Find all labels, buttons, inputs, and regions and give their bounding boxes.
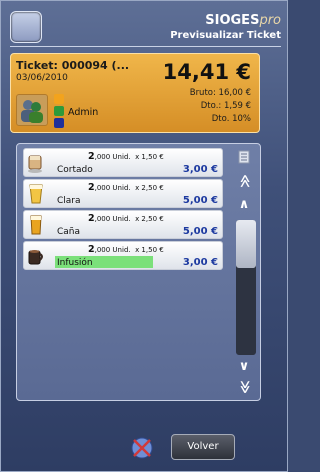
item-unit-price: x 1,50 € xyxy=(135,153,164,161)
item-qty-number: 2 xyxy=(88,182,95,193)
item-quantity: 2,000 Unid. x 2,50 € xyxy=(88,182,164,193)
item-price: 3,00 € xyxy=(182,164,218,175)
blue-swatch xyxy=(54,118,64,128)
item-name: Caña xyxy=(57,227,81,237)
brand-logo: SIOGESpro xyxy=(205,13,281,28)
ticket-lines-list: 2,000 Unid. x 1,50 € Cortado 3,00 € 2,00… xyxy=(16,143,261,401)
window-frame: SIOGESpro Previsualizar Ticket Ticket: 0… xyxy=(0,0,288,472)
scroll-up-button[interactable]: ∧ xyxy=(234,196,254,214)
scrollbar-thumb[interactable] xyxy=(236,220,256,268)
users-avatar-icon xyxy=(16,94,48,126)
ticket-bruto: Bruto: 16,00 € xyxy=(189,88,251,98)
user-name: Admin xyxy=(68,107,99,118)
list-item[interactable]: 2,000 Unid. x 1,50 € Infusión 3,00 € xyxy=(23,241,223,270)
scroll-bottom-button[interactable]: ≫ xyxy=(235,377,253,397)
ticket-discount-percent: Dto. 10% xyxy=(211,114,251,124)
header-divider xyxy=(10,46,281,47)
item-quantity: 2,000 Unid. x 1,50 € xyxy=(88,151,164,162)
ticket-discount: Dto.: 1,59 € xyxy=(200,101,251,111)
header: SIOGESpro Previsualizar Ticket xyxy=(1,1,289,49)
ticket-total: 14,41 € xyxy=(162,60,251,84)
coffee-cup-icon xyxy=(27,152,45,174)
tea-mug-icon xyxy=(27,245,45,267)
ticket-number: Ticket: 000094 (... xyxy=(16,59,130,72)
page-title: Previsualizar Ticket xyxy=(170,30,281,41)
item-qty-number: 2 xyxy=(88,244,95,255)
item-unit-price: x 1,50 € xyxy=(135,246,164,254)
brand-suffix: pro xyxy=(259,13,281,28)
beer-glass-icon xyxy=(27,183,45,205)
cancel-print-icon[interactable] xyxy=(129,435,155,461)
volver-button[interactable]: Volver xyxy=(171,434,235,460)
list-icon[interactable] xyxy=(234,148,254,166)
ticket-summary: Ticket: 000094 (... 03/06/2010 14,41 € B… xyxy=(10,53,260,133)
menu-button[interactable] xyxy=(10,11,42,43)
item-qty-number: 2 xyxy=(88,213,95,224)
beer-glass-icon xyxy=(27,214,45,236)
brand-name: SIOGES xyxy=(205,13,260,28)
list-item[interactable]: 2,000 Unid. x 2,50 € Caña 5,00 € xyxy=(23,210,223,239)
orange-swatch xyxy=(54,94,64,104)
item-qty-unit: ,000 Unid. xyxy=(94,246,131,254)
item-name: Cortado xyxy=(57,165,93,175)
item-qty-number: 2 xyxy=(88,151,95,162)
list-item[interactable]: 2,000 Unid. x 2,50 € Clara 5,00 € xyxy=(23,179,223,208)
item-name: Clara xyxy=(57,196,81,206)
scroll-down-button[interactable]: ∨ xyxy=(234,358,254,376)
scroll-top-button[interactable]: ≪ xyxy=(235,171,253,191)
item-quantity: 2,000 Unid. x 1,50 € xyxy=(88,244,164,255)
item-qty-unit: ,000 Unid. xyxy=(94,215,131,223)
green-swatch xyxy=(54,106,64,116)
item-qty-unit: ,000 Unid. xyxy=(94,184,131,192)
item-qty-unit: ,000 Unid. xyxy=(94,153,131,161)
item-name: Infusión xyxy=(57,258,93,268)
item-price: 5,00 € xyxy=(182,226,218,237)
ticket-date: 03/06/2010 xyxy=(16,73,68,83)
item-quantity: 2,000 Unid. x 2,50 € xyxy=(88,213,164,224)
scroll-controls: ≪ ∧ ∨ ≫ xyxy=(234,148,256,397)
scrollbar-track[interactable] xyxy=(236,220,256,355)
item-price: 5,00 € xyxy=(182,195,218,206)
item-unit-price: x 2,50 € xyxy=(135,215,164,223)
list-item[interactable]: 2,000 Unid. x 1,50 € Cortado 3,00 € xyxy=(23,148,223,177)
item-price: 3,00 € xyxy=(182,257,218,268)
item-unit-price: x 2,50 € xyxy=(135,184,164,192)
